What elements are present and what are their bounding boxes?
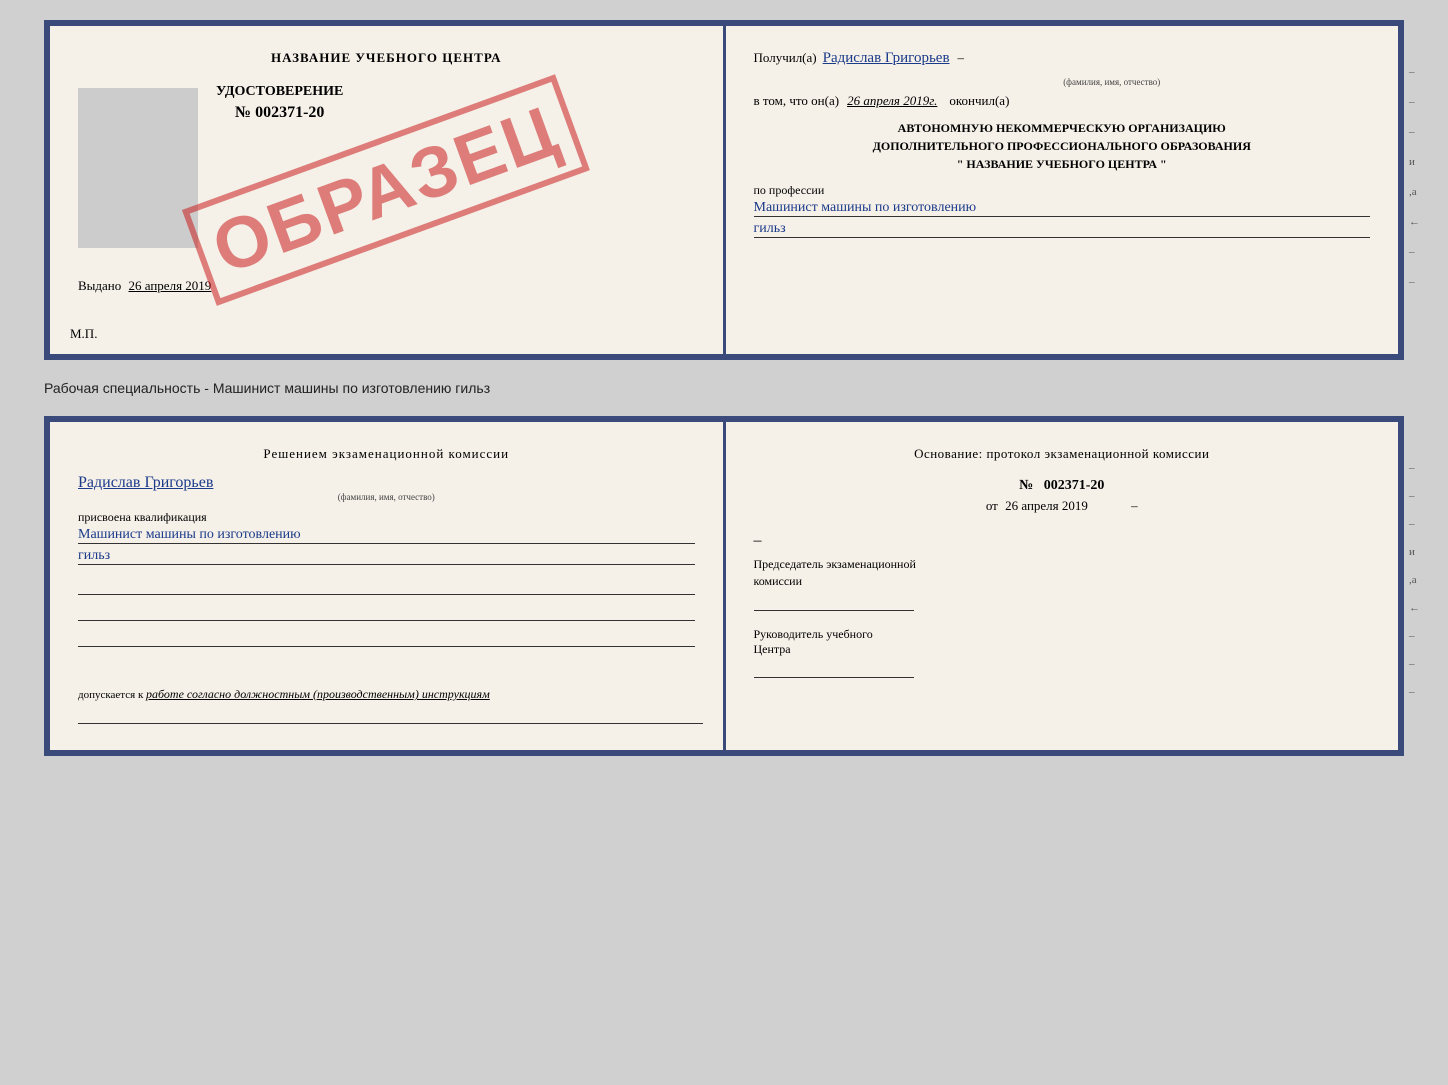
bottom-name: Радислав Григорьев [78,474,695,492]
side-marks-top: – – – и ,а ← – – [1409,66,1420,288]
top-doc-left: НАЗВАНИЕ УЧЕБНОГО ЦЕНТРА УДОСТОВЕРЕНИЕ №… [50,26,726,354]
issued-date: 26 апреля 2019 [129,278,212,293]
cert-number: № 002371-20 [216,104,343,122]
chairman-label: Председатель экзаменационной комиссии [754,556,1371,590]
org-line3: " НАЗВАНИЕ УЧЕБНОГО ЦЕНТРА " [754,155,1371,173]
blank-line-1 [78,575,695,595]
top-left-title: НАЗВАНИЕ УЧЕБНОГО ЦЕНТРА [78,50,695,66]
allow-label: допускается к [78,689,143,701]
allow-text-block: допускается к работе согласно должностны… [78,687,703,730]
date-label: в том, что он(а) [754,93,840,109]
name-block-bottom: Радислав Григорьев (фамилия, имя, отчест… [78,474,695,502]
decision-title: Решением экзаменационной комиссии [78,446,695,462]
side-marks-bottom: – – – и ,а ← – – – [1409,462,1420,698]
specialty-label: Рабочая специальность - Машинист машины … [44,380,1404,396]
date-prefix: от [986,498,998,513]
top-doc-right: Получил(а) Радислав Григорьев – (фамилия… [726,26,1399,354]
top-document: НАЗВАНИЕ УЧЕБНОГО ЦЕНТРА УДОСТОВЕРЕНИЕ №… [44,20,1404,360]
blank-line-2 [78,601,695,621]
dash1: – [958,50,965,66]
basis-date: от 26 апреля 2019 – [754,498,1371,514]
org-line2: ДОПОЛНИТЕЛЬНОГО ПРОФЕССИОНАЛЬНОГО ОБРАЗО… [754,137,1371,155]
number-value: 002371-20 [1044,478,1105,493]
cert-issued: Выдано 26 апреля 2019 [78,278,695,294]
number-label: № [1019,478,1033,493]
mp-label: М.П. [70,326,97,342]
chairman-line2: комиссии [754,573,1371,590]
bottom-doc-left: Решением экзаменационной комиссии Радисл… [50,422,726,750]
org-line1: АВТОНОМНУЮ НЕКОММЕРЧЕСКУЮ ОРГАНИЗАЦИЮ [754,119,1371,137]
head-line1: Руководитель учебного [754,627,1371,642]
basis-number: № 002371-20 [754,478,1371,494]
issued-label: Выдано [78,278,121,293]
cert-photo-placeholder [78,88,198,248]
head-label: Руководитель учебного Центра [754,627,1371,657]
cert-label: УДОСТОВЕРЕНИЕ [216,84,343,100]
cert-info: УДОСТОВЕРЕНИЕ № 002371-20 [216,84,343,132]
bottom-doc-right: Основание: протокол экзаменационной коми… [726,422,1399,750]
bottom-document: Решением экзаменационной комиссии Радисл… [44,416,1404,756]
allow-line [78,706,703,724]
name-hint-top: (фамилия, имя, отчество) [854,77,1371,87]
org-block: АВТОНОМНУЮ НЕКОММЕРЧЕСКУЮ ОРГАНИЗАЦИЮ ДО… [754,119,1371,173]
allow-value: работе согласно должностным (производств… [146,687,490,701]
qual-line2: гильз [78,548,695,565]
basis-dash: – [1131,498,1138,513]
chairman-sign-line [754,610,914,611]
assigned-label: присвоена квалификация [78,510,695,525]
completed-label: окончил(а) [949,93,1009,109]
received-row: Получил(а) Радислав Григорьев – [754,50,1371,67]
received-name: Радислав Григорьев [823,50,950,67]
profession-value2: гильз [754,221,1371,238]
head-line2: Центра [754,642,1371,657]
profession-label: по профессии [754,183,1371,198]
chairman-line1: Председатель экзаменационной [754,556,1371,573]
received-label: Получил(а) [754,50,817,66]
bottom-name-hint: (фамилия, имя, отчество) [78,492,695,502]
date-row: в том, что он(а) 26 апреля 2019г. окончи… [754,93,1371,109]
blank-line-3 [78,627,695,647]
head-sign-line [754,677,914,678]
date-value: 26 апреля 2019г. [847,93,937,109]
profession-value1: Машинист машины по изготовлению [754,200,1371,217]
basis-date-value: 26 апреля 2019 [1005,498,1088,513]
qual-line1: Машинист машины по изготовлению [78,527,695,544]
basis-dash2: – [754,532,762,549]
basis-title: Основание: протокол экзаменационной коми… [754,446,1371,462]
